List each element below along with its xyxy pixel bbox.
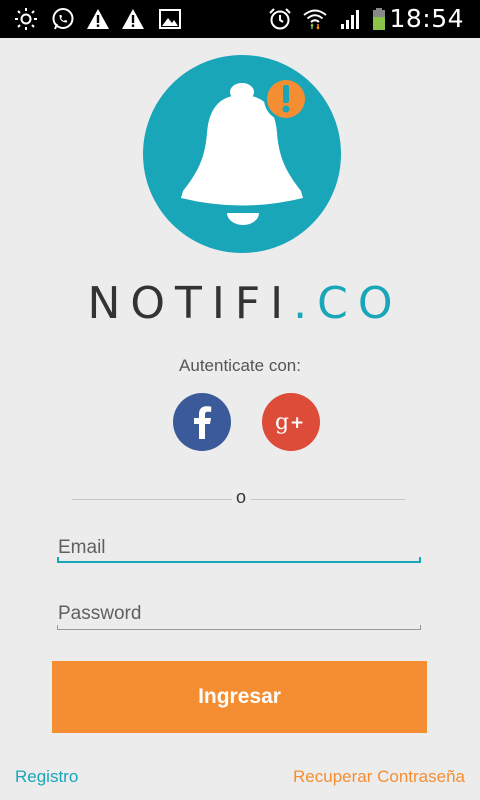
google-plus-icon: g +	[262, 393, 320, 451]
facebook-login-button[interactable]	[173, 393, 231, 451]
signal-icon	[339, 7, 363, 31]
brand-dot: .	[293, 278, 318, 329]
google-plus-login-button[interactable]: g +	[262, 393, 320, 451]
brand-main: NOTIFI	[87, 278, 294, 329]
password-field[interactable]	[57, 600, 421, 628]
register-link[interactable]: Registro	[15, 767, 78, 787]
wifi-icon	[303, 7, 327, 31]
brightness-icon	[14, 7, 38, 31]
svg-text:g: g	[275, 410, 289, 435]
divider-line-right	[250, 499, 406, 500]
warning-icon	[121, 7, 145, 31]
image-icon	[158, 7, 182, 31]
email-underline	[57, 557, 421, 563]
warning-icon	[86, 7, 110, 31]
bell-icon	[181, 77, 308, 225]
whatsapp-icon	[51, 7, 75, 31]
battery-icon	[367, 7, 391, 31]
facebook-icon	[173, 393, 231, 451]
brand-logotype: NOTIFI.CO	[0, 278, 480, 329]
divider-text: o	[235, 487, 246, 507]
password-underline	[57, 625, 421, 630]
exclamation-badge-icon	[264, 77, 308, 121]
password-field-wrapper	[57, 600, 421, 628]
login-button[interactable]: Ingresar	[52, 661, 427, 733]
clock: 18:54	[389, 4, 464, 33]
recover-password-link[interactable]: Recuperar Contraseña	[293, 767, 465, 787]
svg-text:+: +	[290, 413, 304, 433]
auth-label: Autenticate con:	[179, 356, 301, 375]
email-field[interactable]	[57, 534, 421, 562]
alarm-icon	[268, 7, 292, 31]
brand-suffix: CO	[317, 278, 403, 329]
email-field-wrapper	[57, 534, 421, 562]
divider-line-left	[72, 499, 232, 500]
status-bar: 18:54	[0, 0, 480, 38]
